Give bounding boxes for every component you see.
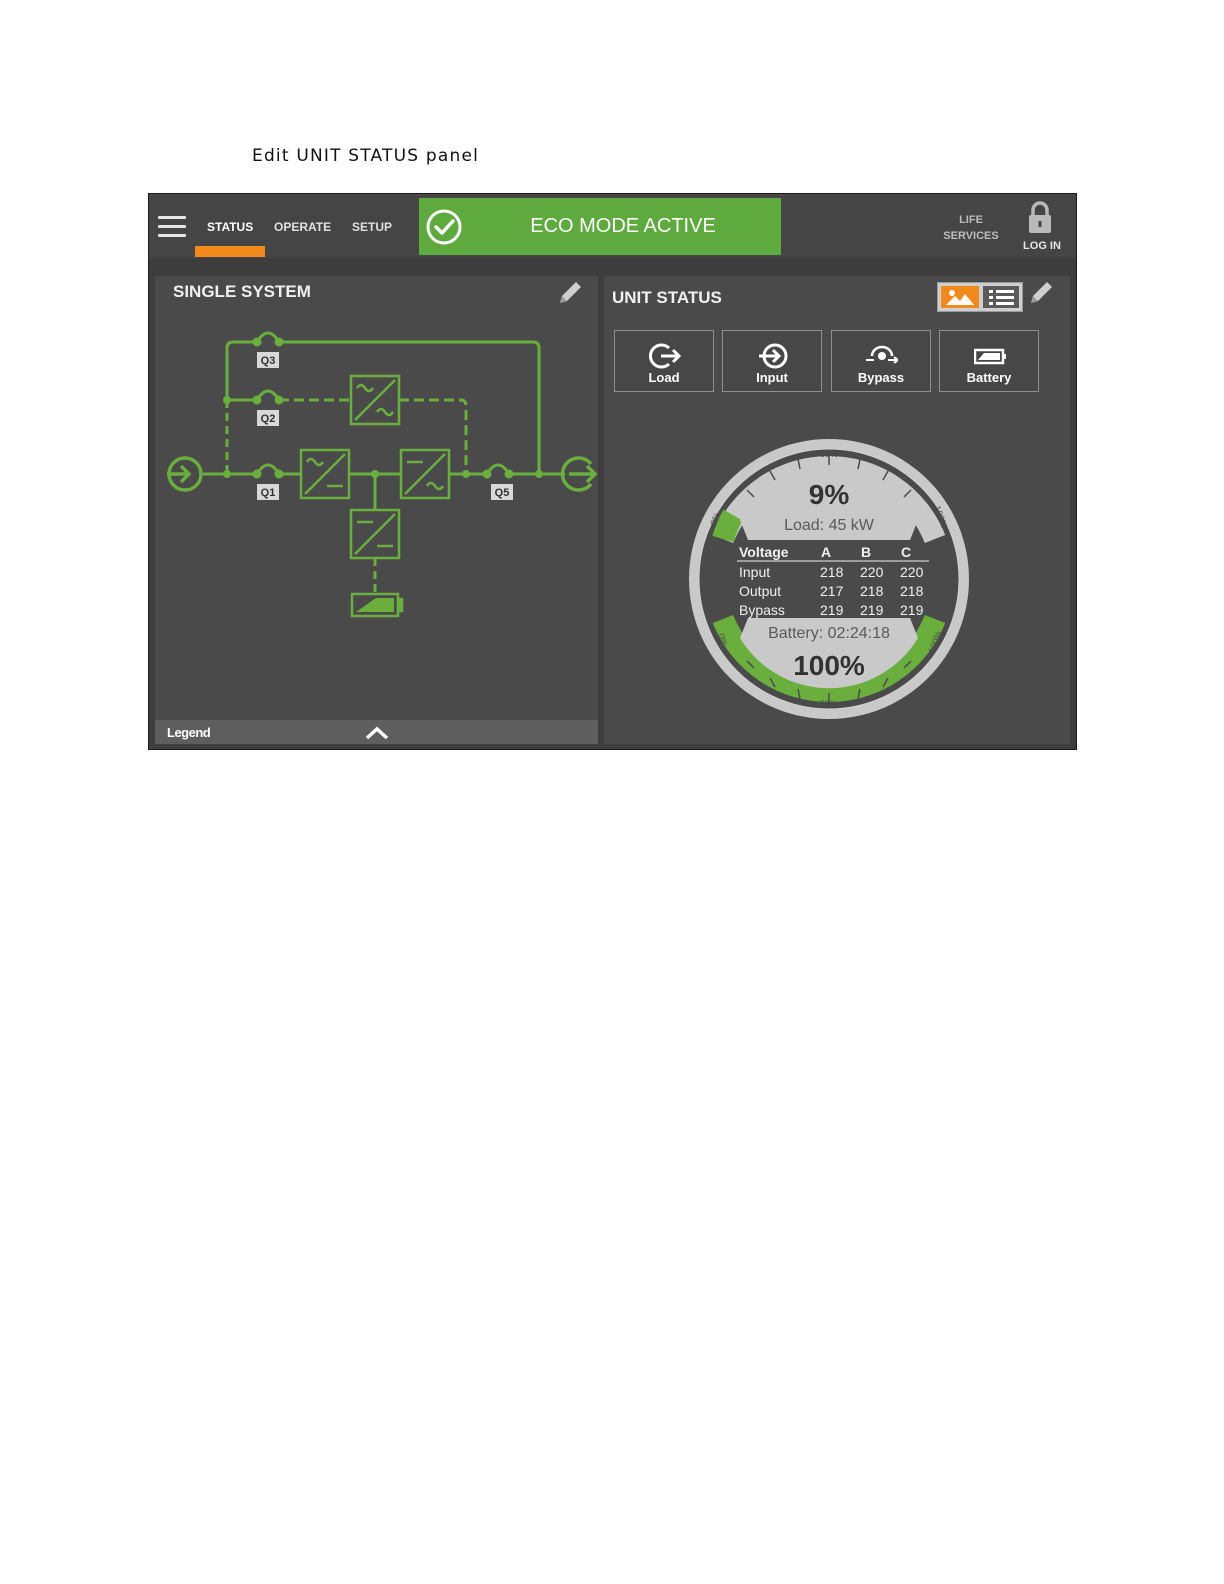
load-button[interactable]: Load [614,330,714,392]
graphic-view-toggle[interactable] [941,286,979,308]
page-caption: Edit UNIT STATUS panel [252,146,480,166]
load-level-arc [712,509,743,543]
load-icon [649,343,681,369]
tab-operate[interactable]: OPERATE [274,220,331,234]
output-b: 218 [860,583,884,599]
legend-bar[interactable]: Legend [155,720,598,744]
load-kw: Load: 45 kW [784,517,875,534]
legend-label: Legend [167,725,211,740]
row-label-input: Input [739,564,770,580]
row-label-bypass: Bypass [739,602,785,618]
phase-a-header: A [821,544,831,560]
load-button-label: Load [648,370,680,385]
life-services-button[interactable]: LIFE SERVICES [929,212,1013,244]
edit-pencil-icon[interactable] [1026,278,1056,308]
battery-icon [974,348,1006,365]
unit-status-panel: UNIT STATUS Load Input Bypass Battery 50… [604,276,1070,744]
bypass-icon [866,345,898,364]
life-services-line1: LIFE [959,214,983,226]
output-c: 218 [900,583,924,599]
battery-button-label: Battery [966,370,1012,385]
single-system-panel: SINGLE SYSTEM Q3 Q2 Q1 Q5 Legend [155,276,598,744]
eco-mode-text: ECO MODE ACTIVE [530,215,716,237]
active-tab-indicator [195,246,265,257]
input-icon [759,343,788,369]
tab-setup[interactable]: SETUP [352,220,392,234]
row-label-output: Output [739,583,781,599]
view-toggle [937,282,1023,312]
breaker-label-q5[interactable]: Q5 [495,487,510,499]
battery-button[interactable]: Battery [939,330,1039,392]
input-c: 220 [900,564,924,580]
breaker-label-q3[interactable]: Q3 [261,355,276,367]
voltage-header: Voltage [739,544,789,560]
list-icon [989,290,1014,305]
bypass-b: 219 [860,602,884,618]
input-a: 218 [820,564,844,580]
login-button[interactable]: LOG IN [1015,240,1069,252]
bypass-c: 219 [900,602,924,618]
input-button[interactable]: Input [722,330,822,392]
hamburger-menu-icon[interactable] [158,216,186,238]
bypass-a: 219 [820,602,844,618]
output-a: 217 [820,583,844,599]
load-scale-50: 50% [820,449,838,459]
image-icon [946,290,974,305]
phase-b-header: B [861,544,871,560]
bypass-button[interactable]: Bypass [831,330,931,392]
list-view-toggle[interactable] [983,286,1019,308]
life-services-line2: SERVICES [943,230,999,242]
panel-title-unit-status: UNIT STATUS [612,288,722,307]
bypass-button-label: Bypass [857,370,905,385]
top-bar: STATUS OPERATE SETUP ECO MODE ACTIVE LIF… [149,194,1076,258]
chevron-up-icon[interactable] [365,726,389,740]
battery-percent: 100% [793,650,865,681]
load-percent: 9% [809,479,850,510]
eco-mode-banner: ECO MODE ACTIVE [419,198,781,255]
input-button-label: Input [756,370,788,385]
phase-c-header: C [901,544,911,560]
tab-status[interactable]: STATUS [207,220,253,234]
load-battery-gauge: 50% 50% 0% 100% 0% 100% 9% Load: 45 kW B… [689,439,969,719]
battery-scale-50: 50% [820,699,838,709]
battery-time: Battery: 02:24:18 [768,625,890,642]
breaker-label-q1[interactable]: Q1 [261,487,276,499]
one-line-diagram: Q3 Q2 Q1 Q5 [167,331,598,618]
breaker-label-q2[interactable]: Q2 [261,413,276,425]
input-b: 220 [860,564,884,580]
lock-icon[interactable] [1025,200,1055,234]
ups-screen: STATUS OPERATE SETUP ECO MODE ACTIVE LIF… [148,193,1077,750]
